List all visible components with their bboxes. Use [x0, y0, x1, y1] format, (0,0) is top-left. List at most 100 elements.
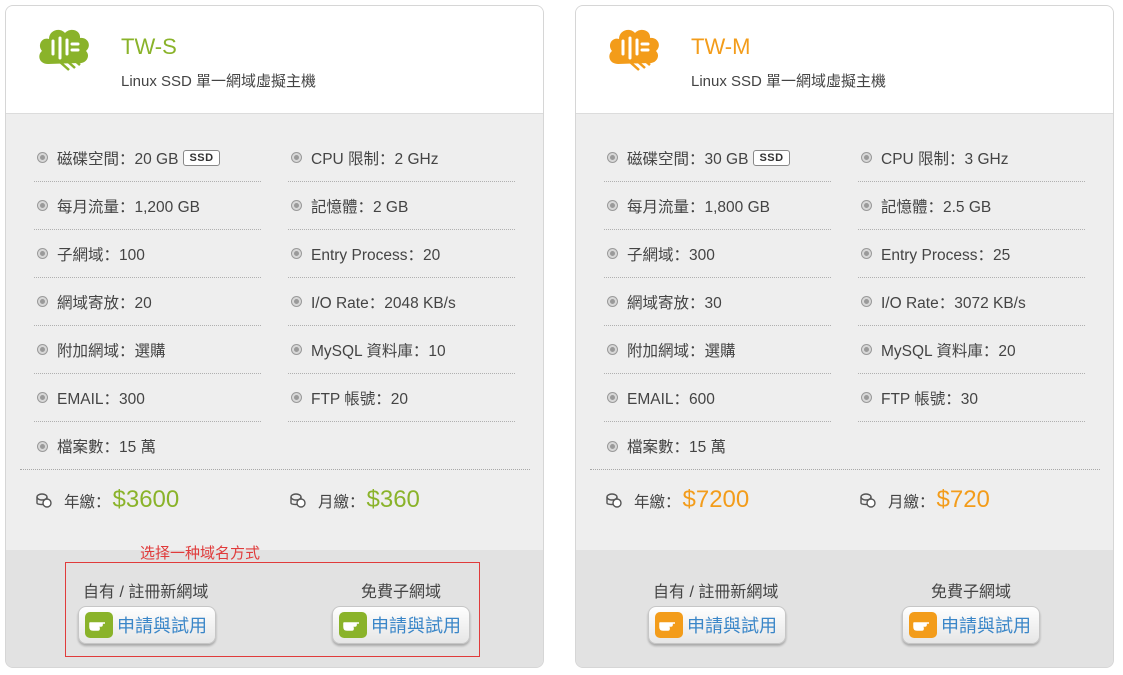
spec-text: 記憶體：2.5 GB — [881, 198, 992, 216]
spec-text: 每月流量：1,200 GB — [57, 198, 200, 216]
spec-text: 子網域：300 — [627, 246, 715, 264]
divider — [20, 469, 530, 470]
bullet-icon — [38, 393, 47, 402]
bullet-icon — [292, 297, 301, 306]
spec-text: 記憶體：2 GB — [311, 198, 409, 216]
bullet-icon — [608, 153, 617, 162]
coins-icon — [290, 493, 306, 508]
bullet-icon — [292, 345, 301, 354]
bullet-icon — [608, 345, 617, 354]
spec-text: CPU 限制：3 GHz — [881, 150, 1009, 168]
spec-text: 磁碟空間：20 GB — [57, 150, 179, 168]
annotation-highlight-box — [65, 562, 480, 657]
spec-text: 網域寄放：30 — [627, 294, 722, 312]
bullet-icon — [862, 153, 871, 162]
spec-bandwidth: 每月流量：1,200 GB — [34, 182, 261, 230]
spec-io-rate: I/O Rate：2048 KB/s — [288, 278, 515, 326]
plan-name: TW-M — [691, 34, 751, 59]
bullet-icon — [292, 249, 301, 258]
spec-subdomains: 子網域：100 — [34, 230, 261, 278]
spec-parked-domains: 網域寄放：30 — [604, 278, 831, 326]
spec-text: Entry Process：20 — [311, 246, 441, 264]
ssd-badge: SSD — [183, 149, 220, 166]
spec-text: 網域寄放：20 — [57, 294, 152, 312]
spec-file-count: 檔案數：15 萬 — [34, 422, 261, 470]
bullet-icon — [38, 345, 47, 354]
spec-entry-process: Entry Process：25 — [858, 230, 1085, 278]
bullet-icon — [608, 297, 617, 306]
bullet-icon — [608, 249, 617, 258]
monthly-price: 月繳： $720 — [860, 486, 990, 514]
pointing-hand-icon — [909, 612, 937, 638]
spec-text: CPU 限制：2 GHz — [311, 150, 439, 168]
bullet-icon — [862, 393, 871, 402]
spec-file-count: 檔案數：15 萬 — [604, 422, 831, 470]
coins-icon — [860, 493, 876, 508]
spec-disk: 磁碟空間：30 GB SSD — [604, 134, 831, 182]
spec-text: EMAIL：300 — [57, 390, 145, 408]
spec-mysql: MySQL 資料庫：10 — [288, 326, 515, 374]
bullet-icon — [608, 393, 617, 402]
spec-email: EMAIL：600 — [604, 374, 831, 422]
plan-card-tw-m: TW-M Linux SSD 單一網域虛擬主機 磁碟空間：30 GB SSD 每月… — [575, 5, 1114, 668]
spec-addon-domains: 附加網域：選購 — [34, 326, 261, 374]
bullet-icon — [862, 345, 871, 354]
price-value: $360 — [366, 486, 420, 513]
spec-email: EMAIL：300 — [34, 374, 261, 422]
spec-text: 檔案數：15 萬 — [57, 439, 157, 456]
spec-memory: 記憶體：2 GB — [288, 182, 515, 230]
spec-ftp: FTP 帳號：30 — [858, 374, 1085, 422]
apply-free-subdomain-button[interactable]: 申請與試用 — [902, 606, 1040, 644]
price-label: 月繳： — [888, 494, 935, 511]
spec-text: 附加網域：選購 — [627, 342, 736, 360]
option-own-domain-label: 自有 / 註冊新網域 — [653, 584, 779, 601]
spec-ftp: FTP 帳號：20 — [288, 374, 515, 422]
spec-bandwidth: 每月流量：1,800 GB — [604, 182, 831, 230]
spec-text: EMAIL：600 — [627, 390, 715, 408]
spec-text: MySQL 資料庫：10 — [311, 342, 446, 360]
spec-text: I/O Rate：3072 KB/s — [881, 294, 1026, 312]
spec-text: 每月流量：1,800 GB — [627, 198, 770, 216]
bullet-icon — [608, 441, 617, 451]
ssd-badge: SSD — [753, 149, 790, 166]
apply-button-label: 申請與試用 — [687, 616, 777, 636]
price-value: $7200 — [682, 486, 750, 513]
yearly-price: 年繳： $7200 — [606, 486, 749, 514]
cloud-logo-icon — [39, 29, 89, 71]
bullet-icon — [292, 153, 301, 162]
price-value: $3600 — [112, 486, 180, 513]
coins-icon — [606, 493, 622, 508]
bullet-icon — [862, 201, 871, 210]
bullet-icon — [862, 249, 871, 258]
apply-button-label: 申請與試用 — [941, 616, 1031, 636]
bullet-icon — [38, 249, 47, 258]
spec-text: Entry Process：25 — [881, 246, 1011, 264]
spec-cpu: CPU 限制：2 GHz — [288, 134, 515, 182]
apply-own-domain-button[interactable]: 申請與試用 — [648, 606, 786, 644]
bullet-icon — [292, 393, 301, 402]
coins-icon — [36, 493, 52, 508]
plan-description: Linux SSD 單一網域虛擬主機 — [691, 73, 887, 90]
spec-text: FTP 帳號：20 — [311, 390, 409, 408]
plan-description: Linux SSD 單一網域虛擬主機 — [121, 73, 317, 90]
yearly-price: 年繳： $3600 — [36, 486, 179, 514]
plan-header: TW-M Linux SSD 單一網域虛擬主機 — [576, 6, 1113, 114]
bullet-icon — [38, 441, 47, 451]
spec-parked-domains: 網域寄放：20 — [34, 278, 261, 326]
annotation-label: 选择一种域名方式 — [140, 545, 261, 562]
spec-text: 子網域：100 — [57, 246, 145, 264]
spec-cpu: CPU 限制：3 GHz — [858, 134, 1085, 182]
spec-entry-process: Entry Process：20 — [288, 230, 515, 278]
spec-subdomains: 子網域：300 — [604, 230, 831, 278]
price-label: 年繳： — [64, 494, 111, 511]
spec-io-rate: I/O Rate：3072 KB/s — [858, 278, 1085, 326]
divider — [590, 469, 1100, 470]
price-value: $720 — [936, 486, 990, 513]
bullet-icon — [292, 201, 301, 210]
spec-text: FTP 帳號：30 — [881, 390, 979, 408]
option-free-subdomain-label: 免費子網域 — [931, 584, 1012, 601]
plan-name: TW-S — [121, 34, 177, 59]
bullet-icon — [608, 201, 617, 210]
bullet-icon — [38, 201, 47, 210]
bullet-icon — [862, 297, 871, 306]
